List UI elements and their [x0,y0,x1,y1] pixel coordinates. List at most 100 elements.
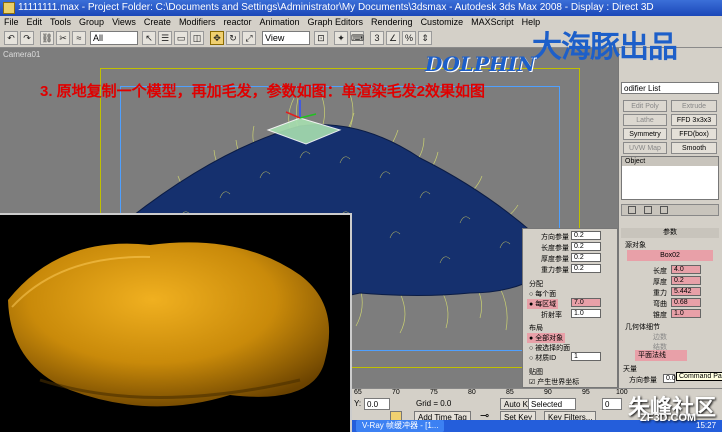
link-icon[interactable]: ⛓ [40,31,54,45]
stack-tools [621,204,719,216]
keyboard-shortcut-icon[interactable]: ⌨ [350,31,364,45]
command-panel-tooltip: Command Panel [676,372,722,381]
tick-70: 70 [392,389,400,396]
menu-group[interactable]: Group [75,16,108,28]
tick-85: 85 [506,389,514,396]
brand-logo-en: DOLPHIN [425,52,536,76]
y-coord-label: Y: [354,399,362,408]
y-coord-field[interactable]: 0.0 [364,398,390,410]
menu-file[interactable]: File [0,16,23,28]
per-area-radio[interactable]: ● 每区域 [527,299,559,309]
hair-thickness-var-spinner[interactable]: 0.2 [571,253,601,262]
menu-tools[interactable]: Tools [46,16,75,28]
tick-65: 65 [354,389,362,396]
per-area-spinner[interactable]: 7.0 [571,298,601,307]
param-gravity-label: 重力 [653,290,667,297]
ref-coord-dropdown[interactable]: View [262,31,310,45]
flat-normals-checkbox[interactable]: 平面法线 [635,350,687,361]
sides-label: 边数 [653,334,667,341]
pin-stack-icon[interactable] [628,206,636,214]
param-taper-label: 锥度 [653,312,667,319]
per-face-radio[interactable]: ○ 每个面 [529,289,556,299]
tutorial-instruction: 3. 原地复制一个模型，再加毛发，参数如图：单渲染毛发2效果如图 [40,83,486,100]
entire-object-radio[interactable]: ● 全部对象 [527,333,566,343]
render-preview [0,213,352,432]
stack-item-object[interactable]: Object [622,157,718,166]
params-rollout-title[interactable]: 参数 [621,228,719,238]
snap-toggle-icon[interactable]: 3 [370,31,384,45]
world-coords-checkbox[interactable]: ☑ 产生世界坐标 [529,377,579,387]
world-coords-label: 产生世界坐标 [537,379,580,386]
ffd-box-button[interactable]: FFD(box) [671,128,717,140]
material-id-label: 材质ID [535,355,557,362]
select-object-icon[interactable]: ↖ [142,31,156,45]
furry-pillow-render [8,242,330,407]
material-id-radio[interactable]: ○ 材质ID [529,353,556,363]
redo-icon[interactable]: ↷ [20,31,34,45]
menu-views[interactable]: Views [108,16,140,28]
ffd-333-button[interactable]: FFD 3x3x3 [671,114,717,126]
refraction-spinner[interactable]: 1.0 [571,309,601,318]
title-bar: 11111111.max - Project Folder: C:\Docume… [0,0,722,16]
undo-icon[interactable]: ↶ [4,31,18,45]
param-gravity-spinner[interactable]: 5.442 [671,287,701,296]
hair-thickness-var-label: 厚度参量 [541,256,569,263]
smooth-button[interactable]: Smooth [671,142,717,154]
param-length-spinner[interactable]: 4.0 [671,265,701,274]
direction-param-label: 方向参量 [629,377,657,384]
extrude-button[interactable]: Extrude [671,100,717,112]
window-crossing-icon[interactable]: ◫ [190,31,204,45]
menu-animation[interactable]: Animation [255,16,303,28]
menu-modifiers[interactable]: Modifiers [175,16,220,28]
menu-edit[interactable]: Edit [23,16,47,28]
select-move-icon[interactable]: ✥ [210,31,224,45]
gizmo-y-axis[interactable] [299,113,317,119]
rect-selection-icon[interactable]: ▭ [174,31,188,45]
hair-length-var-spinner[interactable]: 0.2 [571,242,601,251]
make-unique-icon[interactable] [660,206,668,214]
direction-param-spinner[interactable]: 0.0 [663,374,676,383]
target-object-button[interactable]: Box02 [627,250,713,261]
hair-gravity-var-spinner[interactable]: 0.2 [571,264,601,273]
param-thickness-spinner[interactable]: 0.2 [671,276,701,285]
selection-filter-dropdown[interactable]: All [90,31,138,45]
tick-80: 80 [468,389,476,396]
show-end-result-icon[interactable] [644,206,652,214]
select-scale-icon[interactable]: ⤢ [242,31,256,45]
select-rotate-icon[interactable]: ↻ [226,31,240,45]
manipulate-icon[interactable]: ✦ [334,31,348,45]
menu-maxscript[interactable]: MAXScript [467,16,518,28]
percent-snap-icon[interactable]: % [402,31,416,45]
menu-customize[interactable]: Customize [417,16,468,28]
menu-rendering[interactable]: Rendering [367,16,417,28]
taskbar-vray-item[interactable]: V-Ray 帧缓冲器 - [1... [356,420,445,432]
spinner-snap-icon[interactable]: ⇕ [418,31,432,45]
menu-reactor[interactable]: reactor [219,16,255,28]
key-mode-dropdown[interactable]: Selected [528,398,576,410]
menu-graph-editors[interactable]: Graph Editors [304,16,368,28]
edit-poly-button[interactable]: Edit Poly [623,100,667,112]
tick-90: 90 [544,389,552,396]
select-by-name-icon[interactable]: ☰ [158,31,172,45]
param-length-label: 长度 [653,268,667,275]
current-frame-field[interactable]: 0 [602,398,622,410]
per-area-label: 每区域 [535,301,557,308]
lathe-button[interactable]: Lathe [623,114,667,126]
uvw-map-button[interactable]: UVW Map [623,142,667,154]
symmetry-button[interactable]: Symmetry [623,128,667,140]
bind-spacewarp-icon[interactable]: ≈ [72,31,86,45]
hair-dir-spinner[interactable]: 0.2 [571,231,601,240]
selected-faces-radio[interactable]: ○ 被选择的面 [529,343,570,353]
gizmo-x-axis[interactable] [285,111,301,119]
hair-gravity-var-label: 重力参量 [541,267,569,274]
tick-95: 95 [582,389,590,396]
modifier-list-dropdown[interactable]: odifier List [621,82,719,94]
param-bend-spinner[interactable]: 0.68 [671,298,701,307]
unlink-icon[interactable]: ✂ [56,31,70,45]
angle-snap-icon[interactable]: ∠ [386,31,400,45]
material-id-spinner[interactable]: 1 [571,352,601,361]
modifier-stack[interactable]: Object [621,156,719,200]
menu-create[interactable]: Create [140,16,175,28]
param-taper-spinner[interactable]: 1.0 [671,309,701,318]
pivot-icon[interactable]: ⊡ [314,31,328,45]
